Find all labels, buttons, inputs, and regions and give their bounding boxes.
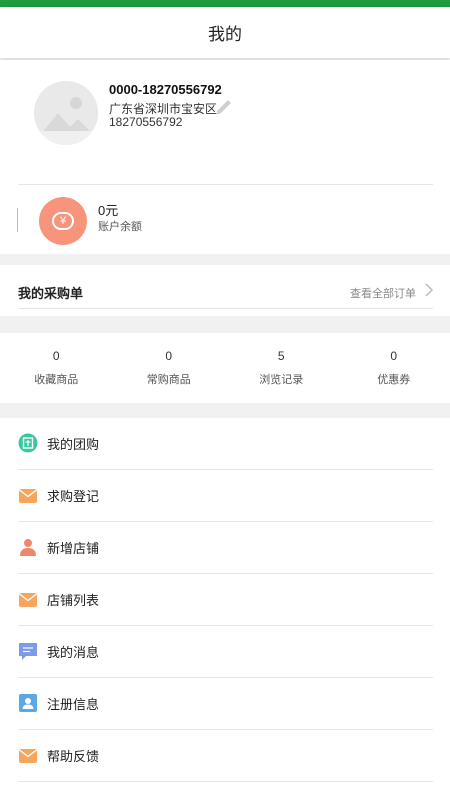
person-icon — [20, 539, 36, 556]
stat-value: 0 — [390, 349, 398, 363]
menu-item-help-feedback[interactable]: 帮助反馈 — [0, 730, 450, 782]
stat-favorites[interactable]: 0 收藏商品 — [0, 333, 113, 403]
envelope-icon — [19, 749, 37, 763]
page-title: 我的 — [208, 25, 242, 44]
stat-label: 常购商品 — [146, 374, 191, 386]
stat-frequent[interactable]: 0 常购商品 — [113, 333, 226, 403]
menu-item-store-list[interactable]: 店铺列表 — [0, 574, 450, 626]
menu-list: 我的团购 求购登记 新增店铺 店铺列表 我的消息 注册信息 帮助反馈 — [0, 418, 450, 800]
menu-item-label: 求购登记 — [47, 489, 100, 504]
divider — [18, 184, 433, 185]
balance-amount[interactable]: 0元 — [98, 200, 118, 219]
profile-card: 0000-18270556792 广东省深圳市宝安区 18270556792 ¥… — [0, 60, 450, 254]
stat-value: 5 — [277, 349, 285, 363]
avatar[interactable] — [34, 81, 98, 145]
pencil-icon[interactable] — [214, 98, 234, 114]
menu-item-label: 新增店铺 — [47, 541, 100, 556]
group-buy-icon — [18, 433, 38, 453]
envelope-icon — [19, 489, 37, 503]
stat-label: 优惠券 — [377, 374, 411, 386]
divider — [17, 208, 18, 232]
stat-label: 浏览记录 — [259, 374, 304, 386]
menu-item-registration-info[interactable]: 注册信息 — [0, 678, 450, 730]
divider — [18, 781, 433, 782]
stat-value: 0 — [52, 349, 60, 363]
menu-item-messages[interactable]: 我的消息 — [0, 626, 450, 678]
yen-wallet-icon[interactable]: ¥ — [39, 197, 87, 245]
menu-item-label: 我的团购 — [47, 437, 100, 452]
avatar-placeholder-icon — [34, 81, 98, 145]
stat-history[interactable]: 5 浏览记录 — [225, 333, 338, 403]
balance-label: 账户余额 — [98, 221, 142, 233]
message-icon — [19, 643, 37, 660]
envelope-icon — [19, 593, 37, 607]
title-bar: 我的 — [0, 7, 450, 58]
purchase-orders-row[interactable]: 我的采购单 查看全部订单 — [0, 265, 450, 316]
menu-item-label: 我的消息 — [47, 645, 100, 660]
profile-card-icon — [19, 694, 37, 712]
user-name: 0000-18270556792 — [109, 82, 222, 97]
stat-label: 收藏商品 — [34, 374, 79, 386]
purchase-orders-label: 我的采购单 — [18, 286, 84, 301]
menu-item-group-buy[interactable]: 我的团购 — [0, 418, 450, 470]
menu-item-label: 帮助反馈 — [47, 749, 100, 764]
divider — [18, 308, 433, 309]
menu-item-label: 注册信息 — [47, 697, 100, 712]
stat-value: 0 — [165, 349, 173, 363]
status-bar — [0, 0, 450, 7]
stat-coupons[interactable]: 0 优惠券 — [338, 333, 450, 403]
menu-item-label: 店铺列表 — [47, 593, 100, 608]
view-all-orders-link[interactable]: 查看全部订单 — [350, 285, 416, 301]
stats-row: 0 收藏商品 0 常购商品 5 浏览记录 0 优惠券 — [0, 333, 450, 403]
user-phone: 18270556792 — [109, 115, 183, 129]
menu-item-add-store[interactable]: 新增店铺 — [0, 522, 450, 574]
menu-item-purchase-request[interactable]: 求购登记 — [0, 470, 450, 522]
chevron-right-icon[interactable] — [424, 283, 434, 297]
